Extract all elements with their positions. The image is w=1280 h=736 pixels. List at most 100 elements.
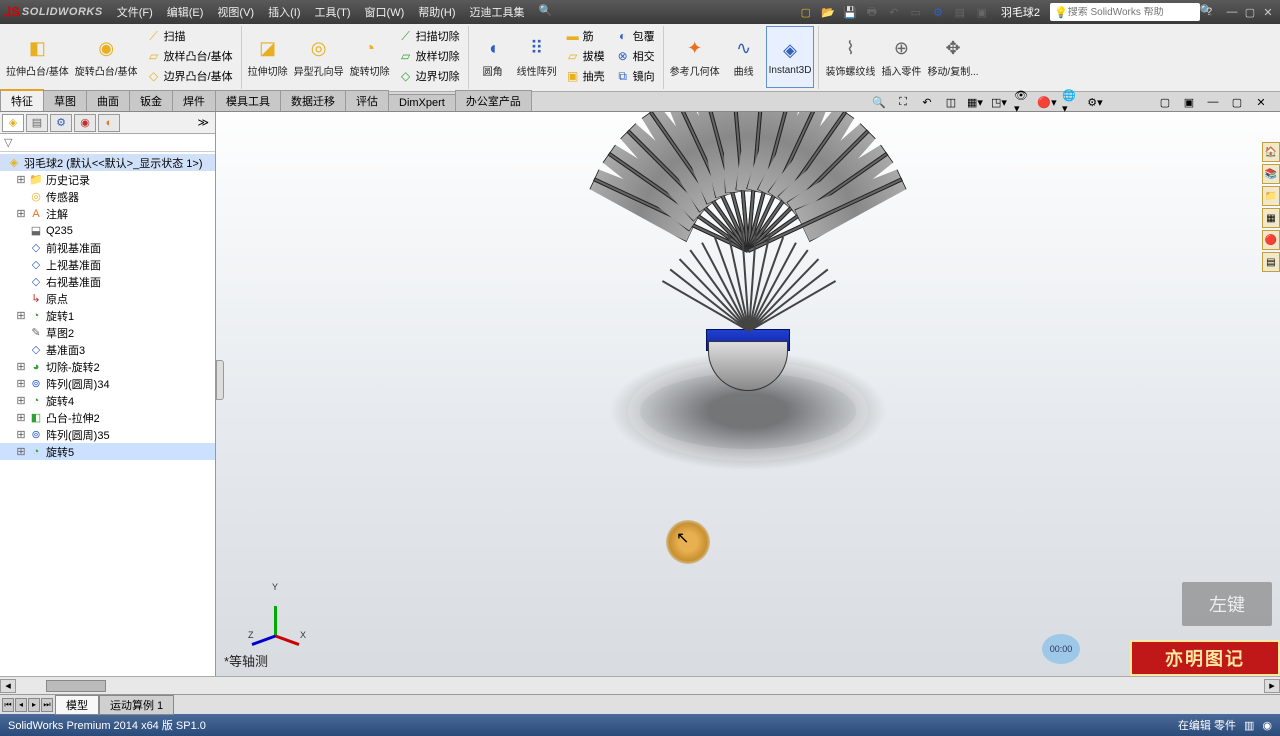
tab-first-button[interactable]: ⏮ <box>2 698 14 712</box>
tree-origin[interactable]: ↳原点 <box>0 290 215 307</box>
revolve-cut-button[interactable]: ◔ 旋转切除 <box>348 26 392 88</box>
config-tab[interactable]: ⚙ <box>50 114 72 132</box>
move-copy-button[interactable]: ✥ 移动/复制... <box>925 26 980 88</box>
mirror-button[interactable]: ⧉镜向 <box>611 66 659 86</box>
minimize-button[interactable]: — <box>1224 5 1240 19</box>
graphics-viewport[interactable]: 🏠 📚 📁 ▦ 🔴 ▤ ↖ Y X Z *等轴测 00:00 <box>216 112 1280 676</box>
maximize-button[interactable]: ▢ <box>1242 5 1258 19</box>
task-file-explorer[interactable]: 📁 <box>1262 186 1280 206</box>
help-button[interactable]: ? <box>1200 3 1218 21</box>
sweep-button[interactable]: ⟋扫描 <box>142 26 237 46</box>
tree-sensors[interactable]: ◎传感器 <box>0 188 215 205</box>
loft-button[interactable]: ▱放样凸台/基体 <box>142 46 237 66</box>
tab-dimxpert[interactable]: DimXpert <box>388 94 456 111</box>
extrude-cut-button[interactable]: ◪ 拉伸切除 <box>246 26 290 88</box>
curves-button[interactable]: ∿ 曲线 <box>724 26 764 88</box>
hole-wizard-button[interactable]: ◎ 异型孔向导 <box>292 26 346 88</box>
prev-view-button[interactable]: ↶ <box>918 94 936 110</box>
tab-prev-button[interactable]: ◂ <box>15 698 27 712</box>
intersect-button[interactable]: ⊗相交 <box>611 46 659 66</box>
tab-last-button[interactable]: ⏭ <box>41 698 53 712</box>
new-button[interactable]: ▢ <box>797 3 815 21</box>
tab-evaluate[interactable]: 评估 <box>345 90 389 111</box>
save-button[interactable]: 💾 <box>841 3 859 21</box>
draft-button[interactable]: ▱拔模 <box>561 46 609 66</box>
tree-annotations[interactable]: ⊞A注解 <box>0 205 215 222</box>
tree-revolve4[interactable]: ⊞◔旋转4 <box>0 392 215 409</box>
cosmetic-thread-button[interactable]: ⌇ 装饰螺纹线 <box>823 26 877 88</box>
tab-moldtools[interactable]: 模具工具 <box>215 90 281 111</box>
status-icon2[interactable]: ◉ <box>1262 719 1272 732</box>
instant3d-button[interactable]: ◈ Instant3D <box>766 26 815 88</box>
search-input[interactable] <box>1068 7 1200 18</box>
view-orientation-button[interactable]: ▦▾ <box>966 94 984 110</box>
property-tab[interactable]: ▤ <box>26 114 48 132</box>
zoom-area-button[interactable]: ⛶ <box>894 94 912 110</box>
print-button[interactable]: 🖶 <box>863 3 881 21</box>
viewport-single-button[interactable]: ▢ <box>1156 94 1174 110</box>
tree-pattern35[interactable]: ⊞⊚阵列(圆周)35 <box>0 426 215 443</box>
tree-sketch2[interactable]: ✎草图2 <box>0 324 215 341</box>
tree-revolve1[interactable]: ⊞◔旋转1 <box>0 307 215 324</box>
tree-hscroll[interactable]: ◂ ▸ <box>0 676 1280 694</box>
tab-surface[interactable]: 曲面 <box>86 90 130 111</box>
wrap-button[interactable]: ◐包覆 <box>611 26 659 46</box>
viewport-split-button[interactable]: ▣ <box>1180 94 1198 110</box>
appearance-button[interactable]: 🔴▾ <box>1038 94 1056 110</box>
tree-cutrevolve2[interactable]: ⊞◕切除-旋转2 <box>0 358 215 375</box>
tree-plane3[interactable]: ◇基准面3 <box>0 341 215 358</box>
tree-history[interactable]: ⊞📁历史记录 <box>0 171 215 188</box>
feature-tree-tab[interactable]: ◈ <box>2 114 24 132</box>
tree-revolve5[interactable]: ⊞◔旋转5 <box>0 443 215 460</box>
tree-front-plane[interactable]: ◇前视基准面 <box>0 239 215 256</box>
panel-collapse-button[interactable]: ≫ <box>193 116 213 129</box>
display-style-button[interactable]: ◳▾ <box>990 94 1008 110</box>
tree-root[interactable]: ◈ 羽毛球2 (默认<<默认>_显示状态 1>) <box>0 154 215 171</box>
tree-pattern34[interactable]: ⊞⊚阵列(圆周)34 <box>0 375 215 392</box>
screen-button[interactable]: ▣ <box>973 3 991 21</box>
rib-button[interactable]: ▬筋 <box>561 26 609 46</box>
menu-file[interactable]: 文件(F) <box>111 2 159 22</box>
tab-features[interactable]: 特征 <box>0 89 44 111</box>
fillet-button[interactable]: ◖ 圆角 <box>473 26 513 88</box>
revolve-boss-button[interactable]: ◉ 旋转凸台/基体 <box>73 26 140 88</box>
tree-right-plane[interactable]: ◇右视基准面 <box>0 273 215 290</box>
menu-insert[interactable]: 插入(I) <box>262 2 306 22</box>
insert-part-button[interactable]: ⊕ 插入零件 <box>879 26 923 88</box>
view-settings-button[interactable]: ⚙▾ <box>1086 94 1104 110</box>
task-appearances[interactable]: 🔴 <box>1262 230 1280 250</box>
menu-view[interactable]: 视图(V) <box>211 2 260 22</box>
menu-search-icon[interactable]: 🔍 <box>533 2 559 22</box>
tree-filter[interactable]: ▽ <box>0 134 215 152</box>
close-button[interactable]: ✕ <box>1260 5 1276 19</box>
menu-window[interactable]: 窗口(W) <box>359 2 411 22</box>
panel-splitter[interactable] <box>216 360 224 400</box>
sweep-cut-button[interactable]: ⟋扫描切除 <box>394 26 464 46</box>
viewport-min-button[interactable]: — <box>1204 94 1222 110</box>
scroll-right-button[interactable]: ▸ <box>1264 679 1280 693</box>
reference-geometry-button[interactable]: ✦ 参考几何体 <box>668 26 722 88</box>
menu-tools[interactable]: 工具(T) <box>308 2 356 22</box>
select-button[interactable]: ▭ <box>907 3 925 21</box>
undo-button[interactable]: ↶ <box>885 3 903 21</box>
loft-cut-button[interactable]: ▱放样切除 <box>394 46 464 66</box>
hide-show-button[interactable]: 👁▾ <box>1014 94 1032 110</box>
linear-pattern-button[interactable]: ⠿ 线性阵列 <box>515 26 559 88</box>
tab-weldment[interactable]: 焊件 <box>172 90 216 111</box>
orientation-triad[interactable]: Y X Z <box>246 586 306 646</box>
shell-button[interactable]: ▣抽壳 <box>561 66 609 86</box>
section-view-button[interactable]: ◫ <box>942 94 960 110</box>
task-resources[interactable]: 🏠 <box>1262 142 1280 162</box>
status-icon1[interactable]: ▥ <box>1244 719 1254 732</box>
tab-office[interactable]: 办公室产品 <box>455 90 532 111</box>
menu-maidi[interactable]: 迈迪工具集 <box>464 2 531 22</box>
tab-motion1[interactable]: 运动算例 1 <box>99 695 174 715</box>
task-view-palette[interactable]: ▦ <box>1262 208 1280 228</box>
tree-top-plane[interactable]: ◇上视基准面 <box>0 256 215 273</box>
dimxpert-tab[interactable]: ◉ <box>74 114 96 132</box>
boundary-cut-button[interactable]: ◇边界切除 <box>394 66 464 86</box>
rebuild-button[interactable]: ⚙ <box>929 3 947 21</box>
menu-edit[interactable]: 编辑(E) <box>161 2 210 22</box>
zoom-fit-button[interactable]: 🔍 <box>870 94 888 110</box>
display-tab[interactable]: ◐ <box>98 114 120 132</box>
